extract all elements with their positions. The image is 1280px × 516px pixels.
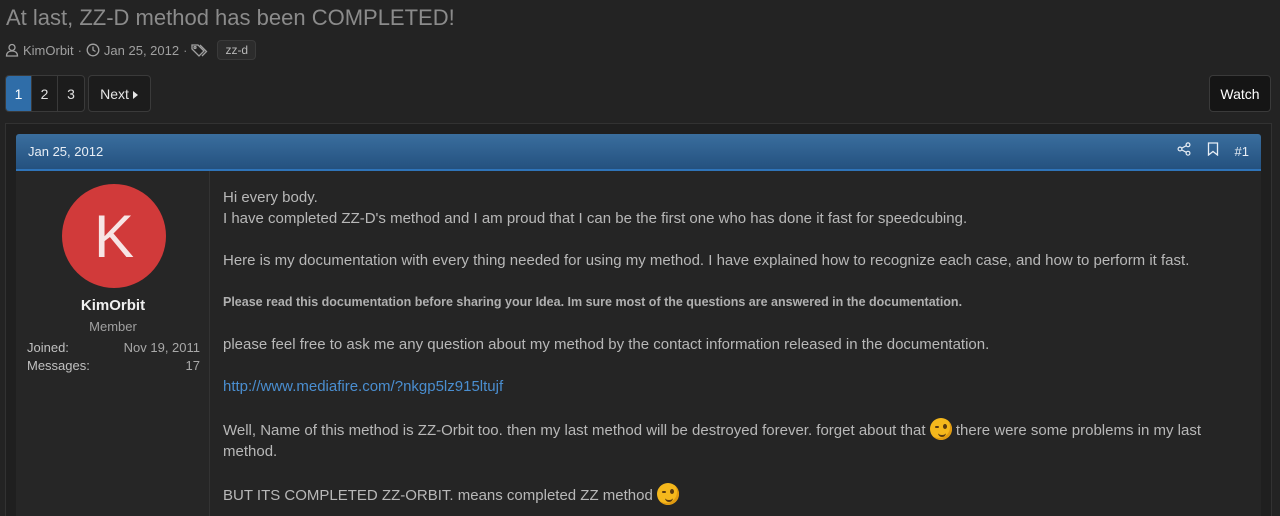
wink-emoji-icon: [657, 483, 680, 505]
user-stat-joined: Joined: Nov 19, 2011: [27, 340, 200, 355]
page-2-button[interactable]: 2: [32, 76, 58, 111]
post-text-line: please feel free to ask me any question …: [223, 336, 990, 353]
post-actions: #1: [1177, 142, 1249, 161]
post-text-line: Well, Name of this method is ZZ-Orbit to…: [223, 422, 926, 439]
wink-emoji-icon: [929, 418, 952, 440]
messages-label: Messages:: [27, 358, 90, 373]
thread-title: At last, ZZ-D method has been COMPLETED!: [6, 5, 455, 30]
post-text-line: Hi every body.: [223, 189, 318, 206]
messages-value: 17: [185, 358, 200, 373]
post-number[interactable]: #1: [1235, 144, 1249, 159]
thread-date[interactable]: Jan 25, 2012: [104, 43, 179, 58]
thread-author[interactable]: KimOrbit: [23, 43, 74, 58]
post-text-line: Here is my documentation with every thin…: [223, 252, 1190, 269]
user-role: Member: [89, 319, 137, 334]
page-1-button[interactable]: 1: [6, 76, 32, 111]
avatar[interactable]: K: [62, 184, 166, 288]
watch-button[interactable]: Watch: [1209, 75, 1271, 112]
post-text-paragraph: Well, Name of this method is ZZ-Orbit to…: [223, 418, 1253, 462]
post-content: Hi every body. I have completed ZZ-D's m…: [223, 187, 1253, 516]
documentation-link[interactable]: http://www.mediafire.com/?nkgp5lz915ltuj…: [223, 378, 503, 395]
meta-separator: ·: [77, 42, 82, 58]
thread-tag[interactable]: zz-d: [217, 40, 257, 60]
user-stat-messages: Messages: 17: [27, 358, 200, 373]
post-text-line: I have completed ZZ-D's method and I am …: [223, 210, 968, 227]
user-icon: [5, 43, 19, 57]
post-date[interactable]: Jan 25, 2012: [28, 144, 103, 159]
post-user-column: K KimOrbit Member Joined: Nov 19, 2011 M…: [16, 171, 210, 516]
next-page-button[interactable]: Next: [88, 75, 151, 112]
share-icon[interactable]: [1177, 142, 1191, 161]
post-text-line: BUT ITS COMPLETED ZZ-ORBIT. means comple…: [223, 487, 653, 504]
thread-meta: KimOrbit · Jan 25, 2012 · zz-d: [5, 39, 257, 61]
post-header: Jan 25, 2012 #1: [16, 134, 1261, 171]
clock-icon: [86, 43, 100, 57]
pagination: 1 2 3: [5, 75, 85, 112]
caret-right-icon: [132, 86, 139, 102]
user-name[interactable]: KimOrbit: [16, 297, 210, 314]
next-label: Next: [100, 85, 129, 102]
joined-value: Nov 19, 2011: [123, 340, 200, 355]
post-text-bold: Please read this documentation before sh…: [223, 295, 963, 309]
joined-label: Joined:: [27, 340, 69, 355]
page-3-button[interactable]: 3: [58, 76, 84, 111]
meta-separator: ·: [183, 42, 188, 58]
tag-icon: [191, 43, 209, 57]
bookmark-icon[interactable]: [1207, 142, 1219, 161]
post-text-paragraph: BUT ITS COMPLETED ZZ-ORBIT. means comple…: [223, 483, 1253, 506]
